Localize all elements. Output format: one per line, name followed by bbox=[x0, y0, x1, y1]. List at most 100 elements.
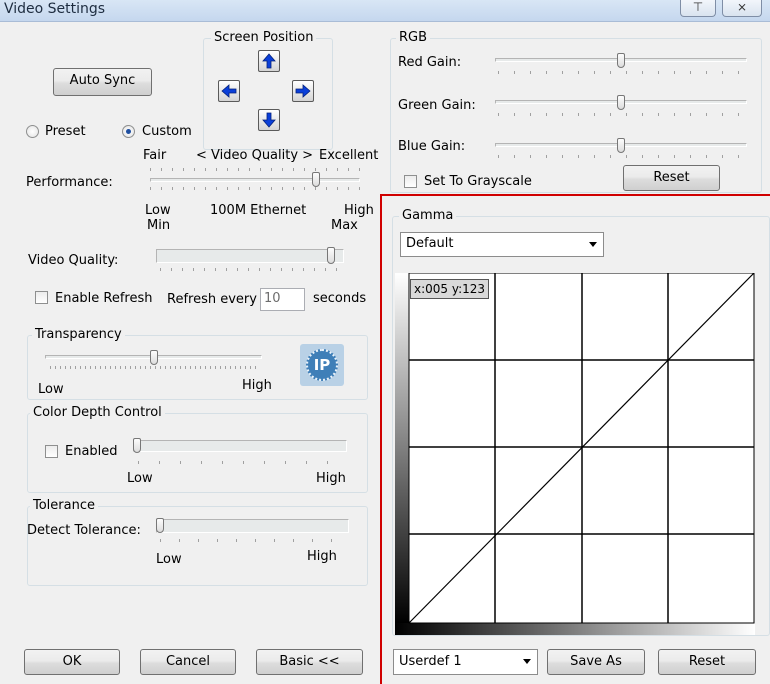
color-depth-high-label: High bbox=[316, 471, 346, 486]
color-depth-enabled-checkbox[interactable] bbox=[45, 445, 58, 458]
gamma-title: Gamma bbox=[399, 209, 457, 223]
green-gain-ticks bbox=[498, 113, 746, 116]
arrow-up-icon bbox=[262, 53, 276, 69]
screen-position-title: Screen Position bbox=[211, 31, 317, 45]
green-gain-label: Green Gain: bbox=[398, 98, 476, 113]
video-quality-slider-track[interactable] bbox=[156, 249, 344, 263]
auto-sync-button[interactable]: Auto Sync bbox=[53, 68, 152, 96]
move-up-button[interactable] bbox=[258, 50, 280, 72]
blue-gain-label: Blue Gain: bbox=[398, 139, 466, 154]
arrow-right-icon bbox=[295, 84, 311, 98]
preset-label: Preset bbox=[45, 124, 86, 139]
ip-logo-text: IP bbox=[306, 349, 338, 381]
gamma-save-as-button[interactable]: Save As bbox=[547, 649, 645, 675]
tolerance-low-label: Low bbox=[156, 552, 182, 567]
performance-label: Performance: bbox=[26, 175, 113, 190]
transparency-low-label: Low bbox=[38, 382, 64, 397]
low-label: Low bbox=[145, 203, 171, 218]
performance-ticks bbox=[150, 168, 360, 171]
move-down-button[interactable] bbox=[258, 109, 280, 131]
tolerance-slider-track[interactable] bbox=[156, 519, 349, 533]
red-gain-ticks bbox=[498, 71, 746, 74]
chevron-down-icon bbox=[589, 242, 597, 247]
grayscale-label: Set To Grayscale bbox=[424, 174, 532, 189]
color-depth-enabled-label: Enabled bbox=[65, 444, 118, 459]
output-gradient-bar bbox=[395, 623, 755, 635]
ok-button[interactable]: OK bbox=[24, 649, 120, 675]
custom-radio[interactable] bbox=[122, 125, 135, 138]
color-depth-low-label: Low bbox=[127, 471, 153, 486]
rgb-reset-button[interactable]: Reset bbox=[623, 165, 720, 191]
arrow-down-icon bbox=[262, 112, 276, 128]
min-label: Min bbox=[147, 218, 171, 233]
tolerance-ticks bbox=[160, 539, 348, 542]
basic-button[interactable]: Basic << bbox=[256, 649, 363, 675]
tolerance-high-label: High bbox=[307, 549, 337, 564]
gamma-preset-select[interactable]: Default bbox=[400, 232, 604, 257]
custom-label: Custom bbox=[142, 124, 192, 139]
gamma-curve-area[interactable]: x:005 y:123 bbox=[395, 273, 755, 635]
fair-label: Fair bbox=[143, 148, 167, 163]
enable-refresh-label: Enable Refresh bbox=[55, 291, 153, 306]
pin-button[interactable]: ⊤ bbox=[680, 0, 716, 17]
gamma-reset-label: Reset bbox=[688, 654, 726, 669]
grayscale-checkbox[interactable] bbox=[404, 175, 417, 188]
gamma-reset-button[interactable]: Reset bbox=[658, 649, 756, 675]
transparency-ticks bbox=[50, 366, 260, 369]
high-label: High bbox=[344, 203, 374, 218]
blue-gain-ticks bbox=[498, 155, 746, 158]
detect-tolerance-label: Detect Tolerance: bbox=[27, 523, 141, 538]
performance-slider-track[interactable] bbox=[150, 178, 360, 182]
coordinate-readout: x:005 y:123 bbox=[410, 279, 490, 299]
performance-ticks-bottom bbox=[150, 187, 360, 190]
green-gain-slider-thumb[interactable] bbox=[617, 95, 625, 110]
blue-gain-slider-thumb[interactable] bbox=[617, 138, 625, 153]
refresh-every-label: Refresh every bbox=[167, 292, 257, 307]
rgb-title: RGB bbox=[396, 31, 431, 45]
color-depth-ticks bbox=[138, 461, 346, 464]
transparency-title: Transparency bbox=[32, 328, 125, 342]
window-title: Video Settings bbox=[4, 1, 106, 17]
red-gain-label: Red Gain: bbox=[398, 55, 462, 70]
save-as-label: Save As bbox=[570, 654, 622, 669]
enable-refresh-checkbox[interactable] bbox=[35, 291, 48, 304]
video-quality-slider-thumb[interactable] bbox=[327, 247, 335, 264]
refresh-interval-input[interactable]: 10 bbox=[260, 288, 305, 311]
color-depth-slider-thumb[interactable] bbox=[133, 438, 141, 453]
ethernet-label: 100M Ethernet bbox=[210, 203, 307, 218]
color-depth-slider-track[interactable] bbox=[133, 440, 347, 452]
tolerance-slider-thumb[interactable] bbox=[156, 518, 164, 533]
auto-sync-label: Auto Sync bbox=[69, 73, 136, 88]
chevron-down-icon bbox=[523, 659, 531, 664]
cancel-button[interactable]: Cancel bbox=[140, 649, 236, 675]
performance-slider-thumb[interactable] bbox=[312, 172, 320, 187]
tolerance-title: Tolerance bbox=[30, 499, 98, 513]
ok-label: OK bbox=[62, 654, 82, 669]
preset-radio[interactable] bbox=[26, 125, 39, 138]
close-button[interactable]: ⨯ bbox=[722, 0, 762, 17]
ip-logo: IP bbox=[300, 344, 344, 386]
transparency-slider-thumb[interactable] bbox=[150, 350, 158, 365]
color-depth-title: Color Depth Control bbox=[30, 406, 165, 420]
seconds-label: seconds bbox=[313, 291, 367, 306]
transparency-high-label: High bbox=[242, 378, 272, 393]
gamma-curve-graph[interactable] bbox=[395, 273, 755, 635]
cancel-label: Cancel bbox=[165, 654, 211, 669]
userdef-select[interactable]: Userdef 1 bbox=[393, 649, 538, 675]
userdef-value: Userdef 1 bbox=[399, 654, 462, 669]
rgb-reset-label: Reset bbox=[653, 170, 690, 185]
excellent-label: Excellent bbox=[319, 148, 379, 163]
arrow-left-icon bbox=[221, 84, 237, 98]
title-bar: Video Settings ⊤ ⨯ bbox=[0, 0, 770, 22]
move-left-button[interactable] bbox=[218, 80, 240, 102]
max-label: Max bbox=[331, 218, 358, 233]
video-quality-caption: < Video Quality > bbox=[196, 148, 314, 163]
close-icon: ⨯ bbox=[736, 0, 748, 14]
basic-label: Basic << bbox=[279, 654, 340, 669]
video-quality-label: Video Quality: bbox=[28, 253, 119, 268]
move-right-button[interactable] bbox=[292, 80, 314, 102]
gamma-preset-value: Default bbox=[406, 236, 454, 251]
input-gradient-bar bbox=[395, 273, 409, 623]
pin-icon: ⊤ bbox=[692, 0, 704, 14]
red-gain-slider-thumb[interactable] bbox=[617, 53, 625, 68]
